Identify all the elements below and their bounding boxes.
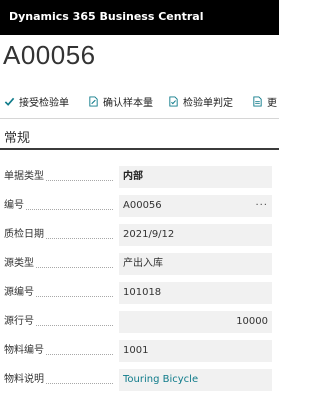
assist-edit-button[interactable]: ··· <box>255 195 268 217</box>
item-number-input[interactable]: 1001 <box>119 340 272 362</box>
inspection-date-input[interactable]: 2021/9/12 <box>119 224 272 246</box>
item-description-link[interactable]: Touring Bicycle <box>119 369 272 391</box>
document-type-select[interactable]: 内部 <box>119 166 272 188</box>
number-input[interactable]: A00056 ··· <box>119 195 272 217</box>
more-button[interactable]: 更 <box>252 91 277 111</box>
field-label: 物料说明 <box>4 369 46 391</box>
field-source-number: 源编号 101018 <box>0 282 279 304</box>
number-value: A00056 <box>123 200 162 211</box>
field-label: 质检日期 <box>4 224 46 246</box>
action-bar-divider <box>0 118 279 119</box>
field-label: 物料编号 <box>4 340 46 362</box>
inspection-judgment-button[interactable]: 检验单判定 <box>168 91 233 111</box>
page-title: A00056 <box>3 40 96 70</box>
field-number: 编号 A00056 ··· <box>0 195 279 217</box>
top-bar: Dynamics 365 Business Central <box>0 0 279 35</box>
app-title[interactable]: Dynamics 365 Business Central <box>9 10 203 23</box>
field-label: 单据类型 <box>4 166 46 188</box>
document-edit-icon <box>89 95 98 107</box>
accept-inspection-button[interactable]: 接受检验单 <box>4 91 69 111</box>
confirm-sample-size-button[interactable]: 确认样本量 <box>88 91 153 111</box>
source-type-select[interactable]: 产出入库 <box>119 253 272 275</box>
field-item-number: 物料编号 1001 <box>0 340 279 362</box>
more-label: 更 <box>267 97 277 109</box>
action-bar: 接受检验单 确认样本量 检验单判定 更 <box>0 91 279 111</box>
field-label: 源编号 <box>4 282 36 304</box>
confirm-sample-size-label: 确认样本量 <box>103 97 153 109</box>
checkmark-icon <box>4 97 15 106</box>
field-item-description: 物料说明 Touring Bicycle <box>0 369 279 391</box>
field-label: 源行号 <box>4 311 36 333</box>
field-inspection-date: 质检日期 2021/9/12 <box>0 224 279 246</box>
document-check-icon <box>169 95 178 107</box>
field-label: 源类型 <box>4 253 36 275</box>
inspection-judgment-label: 检验单判定 <box>183 97 233 109</box>
source-number-input[interactable]: 101018 <box>119 282 272 304</box>
field-source-type: 源类型 产出入库 <box>0 253 279 275</box>
field-document-type: 单据类型 内部 <box>0 166 279 188</box>
section-general-title[interactable]: 常规 <box>4 127 30 146</box>
accept-inspection-label: 接受检验单 <box>19 97 69 109</box>
field-label: 编号 <box>4 195 26 217</box>
field-source-line-number: 源行号 10000 <box>0 311 279 333</box>
document-icon <box>253 95 262 107</box>
section-divider <box>0 148 279 150</box>
source-line-number-input[interactable]: 10000 <box>119 311 272 333</box>
